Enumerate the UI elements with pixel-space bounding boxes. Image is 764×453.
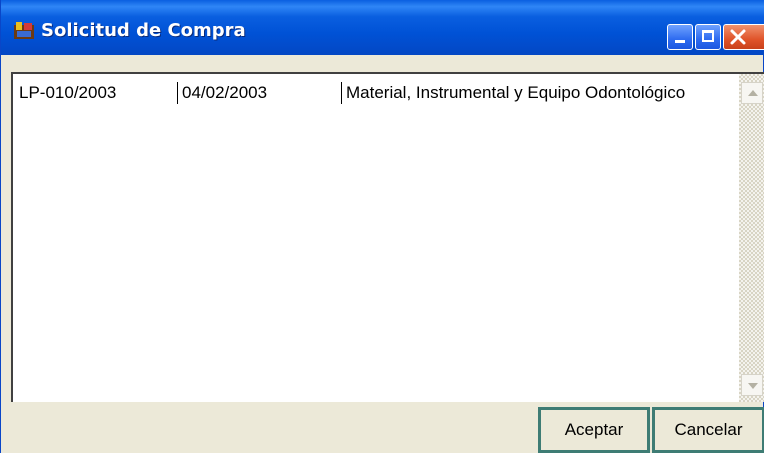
purchase-request-list[interactable]: LP-010/2003 04/02/2003 Material, Instrum… <box>11 72 764 402</box>
window-title: Solicitud de Compra <box>41 20 246 41</box>
title-bar[interactable]: Solicitud de Compra <box>1 0 764 55</box>
vertical-scrollbar[interactable] <box>739 74 764 402</box>
cell-code: LP-010/2003 <box>19 83 117 102</box>
dialog-window: Solicitud de Compra LP-010/2003 04/02/20… <box>0 0 764 453</box>
cancel-button[interactable]: Cancelar <box>652 407 764 453</box>
cell-date: 04/02/2003 <box>177 82 267 104</box>
close-button[interactable] <box>723 24 764 50</box>
down-arrow-icon <box>748 383 758 389</box>
accept-button[interactable]: Aceptar <box>538 407 650 453</box>
minimize-icon <box>675 40 685 43</box>
minimize-button[interactable] <box>667 24 693 50</box>
maximize-button[interactable] <box>695 24 721 50</box>
up-arrow-icon <box>748 90 758 96</box>
cell-description: Material, Instrumental y Equipo Odontoló… <box>341 82 685 104</box>
close-icon <box>729 27 747 47</box>
maximize-icon <box>702 30 714 42</box>
list-item[interactable]: LP-010/2003 04/02/2003 Material, Instrum… <box>13 82 733 104</box>
app-icon <box>13 20 35 42</box>
scroll-down-button[interactable] <box>741 374 763 396</box>
scroll-up-button[interactable] <box>741 82 763 104</box>
